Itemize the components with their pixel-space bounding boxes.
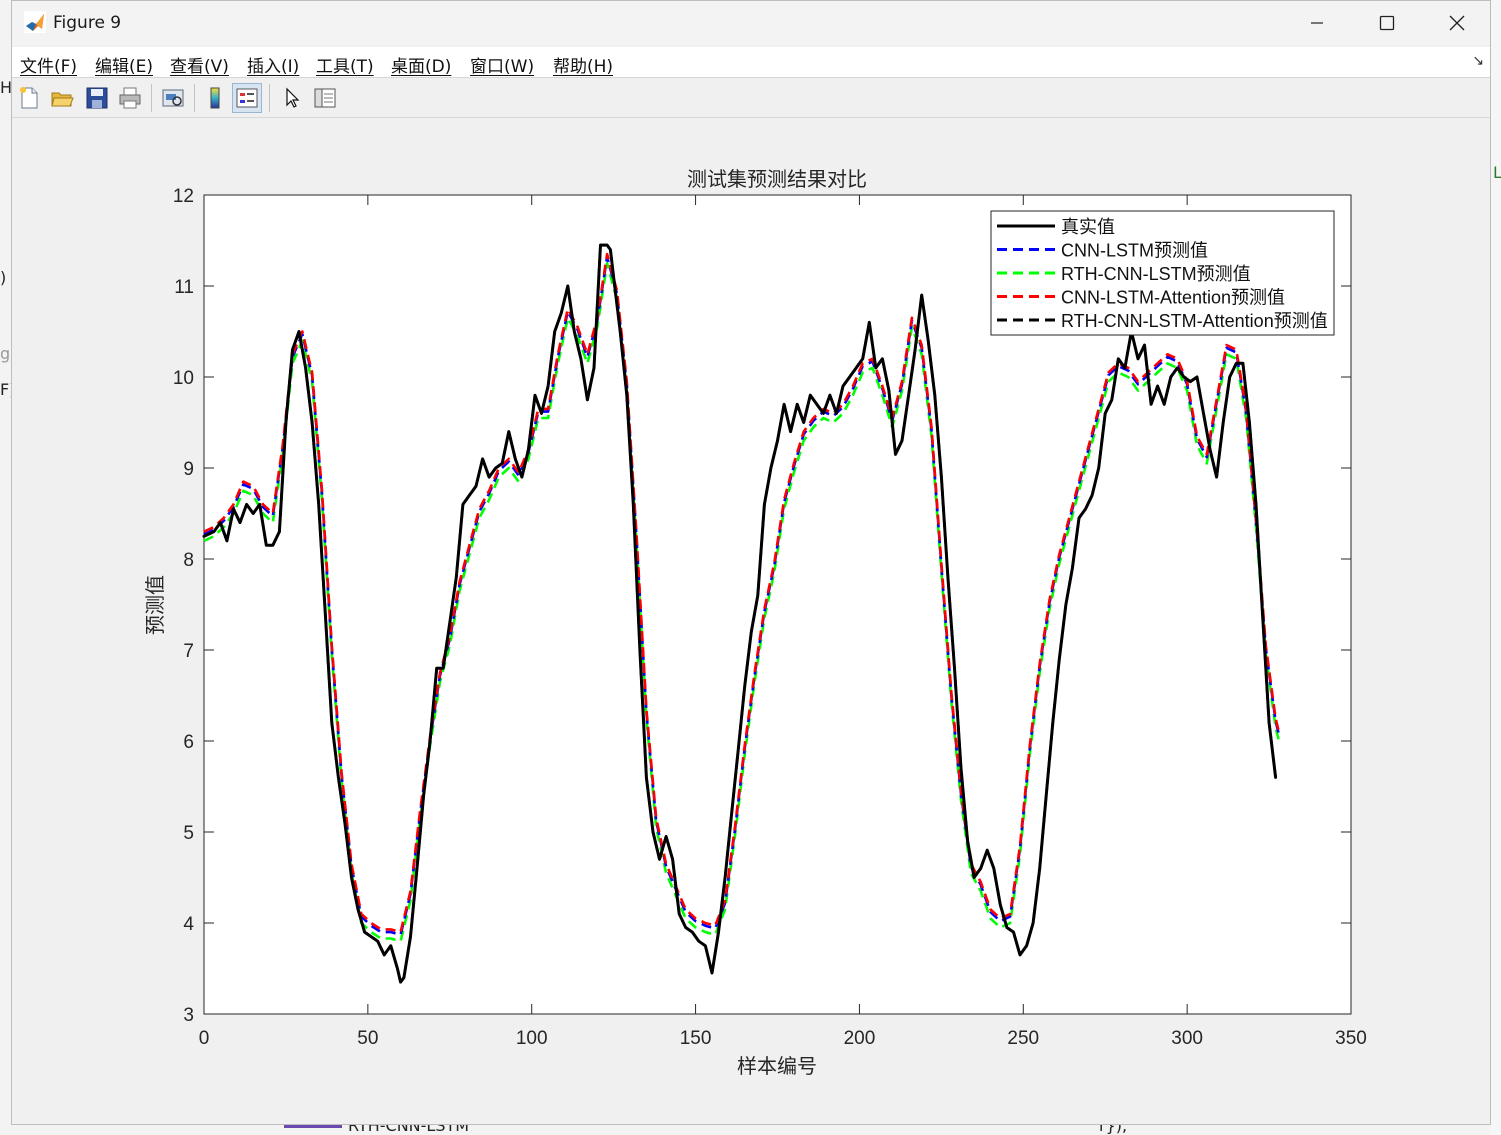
background-text: ) xyxy=(0,268,7,287)
background-legend-swatch xyxy=(284,1125,342,1128)
background-app-right: Le xyxy=(1490,0,1501,1135)
legend-label: RTH-CNN-LSTM-Attention预测值 xyxy=(1061,311,1328,331)
y-axis-label: 预测值 xyxy=(143,575,167,635)
y-tick-label: 10 xyxy=(173,368,194,389)
figure-canvas: 0 50 100 150 200 250 300 350 3 4 5 6 7 8 9 10 11 12 测试集预测… xyxy=(143,167,1367,1078)
legend-label: CNN-LSTM-Attention预测值 xyxy=(1061,288,1285,308)
x-tick-label: 300 xyxy=(1171,1028,1203,1049)
legend-label: RTH-CNN-LSTM预测值 xyxy=(1061,264,1251,284)
background-text: r}); xyxy=(1099,1125,1128,1135)
figure-window: Figure 9 文件(F) 编辑(E) 查看(V) 插入(I) 工具(T) 桌… xyxy=(11,0,1491,1125)
background-text: Le xyxy=(1493,163,1501,182)
y-tick-label: 5 xyxy=(183,823,194,844)
x-tick-label: 150 xyxy=(680,1028,712,1049)
background-text: RTH-CNN-LSTM xyxy=(348,1125,470,1135)
legend-label: CNN-LSTM预测值 xyxy=(1061,241,1208,261)
chart-title: 测试集预测结果对比 xyxy=(687,167,867,191)
x-tick-label: 350 xyxy=(1335,1028,1367,1049)
x-tick-label: 200 xyxy=(844,1028,876,1049)
background-app-bottom: RTH-CNN-LSTM r}); xyxy=(11,1125,1491,1135)
y-tick-label: 4 xyxy=(183,914,194,935)
x-axis-label: 样本编号 xyxy=(737,1054,817,1078)
y-tick-label: 8 xyxy=(183,550,194,571)
y-tick-label: 9 xyxy=(183,459,194,480)
x-tick-label: 100 xyxy=(516,1028,548,1049)
y-tick-label: 3 xyxy=(183,1005,194,1026)
background-text: g xyxy=(0,344,11,363)
y-tick-label: 7 xyxy=(183,641,194,662)
x-tick-label: 50 xyxy=(357,1028,378,1049)
legend-label: 真实值 xyxy=(1061,217,1115,237)
legend[interactable]: 真实值 CNN-LSTM预测值 RTH-CNN-LSTM预测值 CNN-LSTM-At… xyxy=(990,210,1335,336)
y-tick-label: 11 xyxy=(174,277,194,298)
x-tick-label: 250 xyxy=(1007,1028,1039,1049)
y-tick-label: 6 xyxy=(183,732,194,753)
x-tick-label: 0 xyxy=(199,1028,210,1049)
y-tick-label: 12 xyxy=(173,186,194,207)
